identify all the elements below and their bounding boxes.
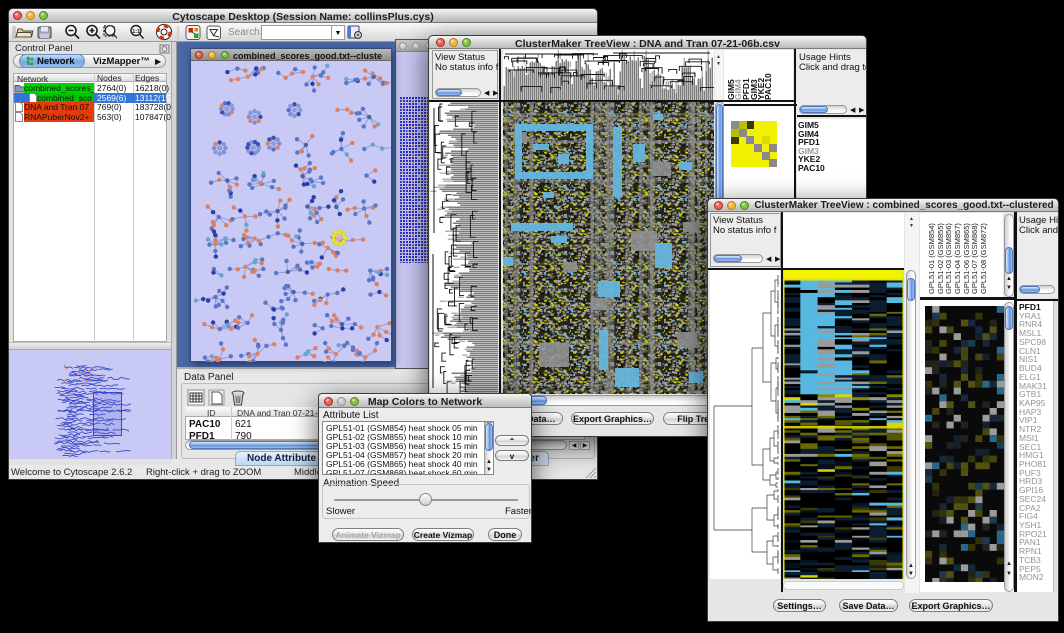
- svg-text:1:1: 1:1: [132, 29, 140, 35]
